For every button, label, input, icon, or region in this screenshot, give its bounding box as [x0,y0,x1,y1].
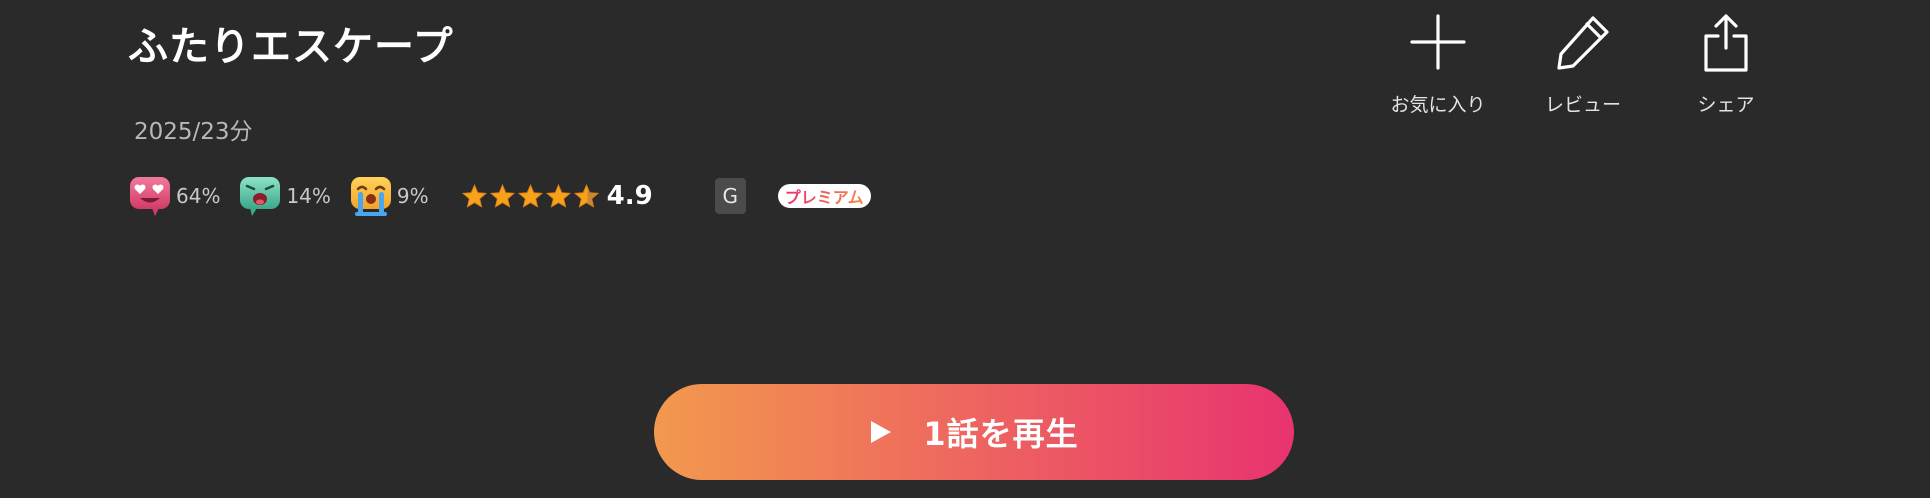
favorite-label: お気に入り [1390,94,1486,116]
review-label: レビュー [1544,94,1621,116]
play-button-label: 1話を再生 [923,415,1079,453]
share-button[interactable]: シェア [1666,12,1786,117]
premium-badge-label: プレミアム [785,184,864,208]
star-icon [517,183,543,208]
heart-eyes-face-icon [130,177,170,216]
play-episode-button[interactable]: 1話を再生 [654,384,1294,480]
half-star-icon [573,183,599,208]
reaction-percent: 9% [396,184,429,208]
premium-badge: プレミアム [777,184,871,208]
star-icon [545,183,571,208]
reaction-love: 64% [128,174,220,218]
reaction-shock: 14% [238,174,331,218]
share-label: シェア [1697,94,1755,116]
pencil-icon [1557,16,1609,70]
reaction-percent: 14% [286,184,331,208]
star-icon [489,183,515,208]
shocked-face-icon [240,177,281,216]
stats-row: 64% 14% 9% 4.9 G プレミアム [128,175,871,217]
rating-value: 4.9 [606,181,653,211]
review-button[interactable]: レビュー [1523,12,1643,117]
age-rating-badge: G [714,178,746,214]
page-title: ふたりエスケープ [128,24,454,70]
reaction-percent: 64% [176,184,221,208]
title-detail-page: ふたりエスケープ 2025/23分 64% 14% 9% 4.9 G プレミアム… [0,0,1930,498]
release-duration-text: 2025/23分 [134,119,253,145]
star-icon [461,183,487,208]
favorite-button[interactable]: お気に入り [1378,12,1498,117]
reaction-cry: 9% [349,174,429,218]
crying-face-icon [350,177,391,216]
star-rating: 4.9 [461,181,653,211]
share-icon [1704,14,1748,72]
plus-icon [1410,14,1466,70]
play-icon [871,421,892,443]
